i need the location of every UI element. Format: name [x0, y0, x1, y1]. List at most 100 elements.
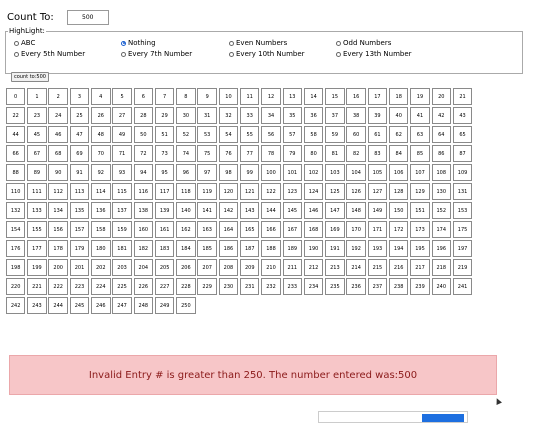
number-cell: 107	[410, 164, 430, 181]
number-cell: 198	[5, 259, 26, 276]
number-cell: 185	[197, 240, 217, 257]
number-cell: 60	[346, 126, 366, 143]
number-cell: 134	[48, 202, 68, 219]
radio-every5[interactable]: Every 5th Number	[14, 50, 85, 58]
number-cell: 170	[346, 221, 366, 238]
number-cell: 112	[48, 183, 68, 200]
number-cell: 132	[5, 202, 26, 219]
number-cell: 235	[325, 278, 345, 295]
number-cell: 172	[388, 221, 409, 238]
number-cell: 44	[5, 126, 26, 143]
number-cell: 66	[5, 145, 26, 162]
number-cell: 67	[27, 145, 47, 162]
number-cell: 238	[388, 278, 409, 295]
number-cell: 206	[176, 259, 196, 276]
number-cell: 245	[69, 297, 90, 314]
number-cell: 128	[388, 183, 409, 200]
number-cell: 48	[91, 126, 111, 143]
number-cell: 188	[261, 240, 281, 257]
radio-every10[interactable]: Every 10th Number	[229, 50, 305, 58]
number-cell: 212	[303, 259, 324, 276]
number-cell: 161	[154, 221, 175, 238]
number-cell: 35	[282, 107, 303, 124]
number-cell: 21	[452, 88, 473, 105]
number-cell: 223	[69, 278, 90, 295]
number-cell: 83	[367, 145, 388, 162]
number-cell: 125	[325, 183, 345, 200]
number-cell: 52	[176, 126, 196, 143]
number-cell: 126	[346, 183, 366, 200]
number-cell: 142	[218, 202, 239, 219]
number-cell: 27	[112, 107, 132, 124]
number-grid: 0 1 2 3 4 5 6 7 8 9 10 11 12 13 14 15 16 17 18 19 20 21 22 23 24…	[5, 87, 480, 315]
radio-every7[interactable]: Every 7th Number	[121, 50, 192, 58]
number-cell: 105	[367, 164, 388, 181]
number-cell: 114	[91, 183, 111, 200]
number-cell: 211	[282, 259, 303, 276]
number-cell: 186	[218, 240, 239, 257]
number-cell: 117	[154, 183, 175, 200]
bottom-blue-button[interactable]	[422, 414, 464, 422]
number-cell: 183	[154, 240, 175, 257]
number-cell: 190	[303, 240, 324, 257]
number-cell: 9	[197, 88, 217, 105]
number-cell: 123	[282, 183, 303, 200]
radio-odd[interactable]: Odd Numbers	[336, 39, 391, 47]
number-cell: 108	[431, 164, 452, 181]
number-cell: 26	[91, 107, 111, 124]
number-cell: 122	[261, 183, 281, 200]
radio-every7-label: Every 7th Number	[128, 50, 193, 58]
number-cell: 194	[388, 240, 409, 257]
number-cell: 216	[388, 259, 409, 276]
number-cell: 71	[112, 145, 132, 162]
number-cell: 78	[261, 145, 281, 162]
radio-abc-label: ABC	[21, 39, 36, 47]
number-cell: 197	[452, 240, 473, 257]
radio-odd-icon	[336, 40, 341, 46]
number-cell: 121	[239, 183, 260, 200]
number-cell: 99	[239, 164, 260, 181]
number-cell: 247	[112, 297, 132, 314]
number-cell: 37	[325, 107, 345, 124]
number-cell: 50	[133, 126, 154, 143]
number-cell: 68	[48, 145, 68, 162]
number-cell: 28	[133, 107, 154, 124]
number-cell: 137	[112, 202, 132, 219]
number-cell: 38	[346, 107, 366, 124]
number-cell: 47	[69, 126, 90, 143]
number-cell: 182	[133, 240, 154, 257]
radio-every13-label: Every 13th Number	[343, 50, 412, 58]
number-cell: 239	[410, 278, 430, 295]
number-cell: 133	[27, 202, 47, 219]
radio-nothing[interactable]: Nothing	[121, 39, 156, 47]
number-cell: 174	[431, 221, 452, 238]
number-cell: 226	[133, 278, 154, 295]
number-cell: 148	[346, 202, 366, 219]
radio-every13[interactable]: Every 13th Number	[336, 50, 412, 58]
number-cell: 169	[325, 221, 345, 238]
number-cell: 228	[176, 278, 196, 295]
number-cell: 31	[197, 107, 217, 124]
radio-even[interactable]: Even Numbers	[229, 39, 287, 47]
radio-abc[interactable]: ABC	[14, 39, 35, 47]
number-cell: 88	[5, 164, 26, 181]
radio-every7-icon	[121, 51, 126, 57]
number-cell: 14	[303, 88, 324, 105]
number-cell: 72	[133, 145, 154, 162]
number-cell: 141	[197, 202, 217, 219]
count-to-button[interactable]: count to:500	[11, 72, 49, 82]
number-cell: 98	[218, 164, 239, 181]
number-cell: 34	[261, 107, 281, 124]
number-cell: 242	[5, 297, 26, 314]
number-cell: 91	[69, 164, 90, 181]
number-cell: 147	[325, 202, 345, 219]
number-cell: 184	[176, 240, 196, 257]
count-input[interactable]: 500	[66, 10, 109, 25]
number-cell: 124	[303, 183, 324, 200]
number-cell: 164	[218, 221, 239, 238]
number-cell: 204	[133, 259, 154, 276]
number-cell: 17	[367, 88, 388, 105]
number-cell: 227	[154, 278, 175, 295]
number-cell: 53	[197, 126, 217, 143]
number-cell: 225	[112, 278, 132, 295]
